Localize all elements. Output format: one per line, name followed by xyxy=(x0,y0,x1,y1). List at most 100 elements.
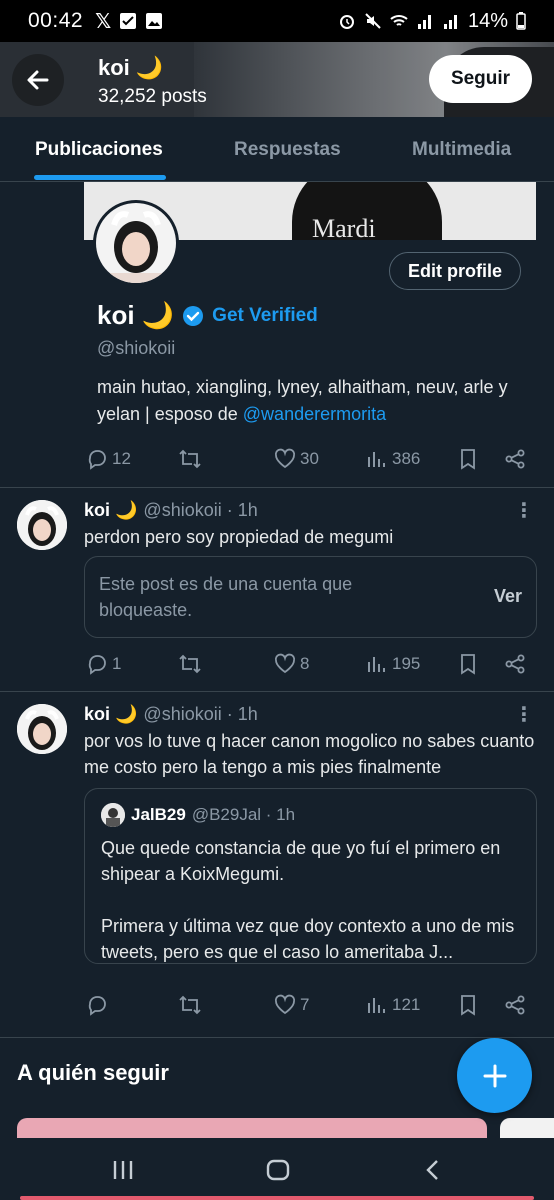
like-button[interactable]: 30 xyxy=(274,448,319,470)
suggestion-card[interactable] xyxy=(500,1118,554,1138)
profile-card-bio: main hutao, xiangling, lyney, alhaitham,… xyxy=(97,374,537,428)
repost-button[interactable] xyxy=(178,994,202,1016)
views-button[interactable]: 386 xyxy=(366,448,420,470)
header-title: koi 🌙 xyxy=(98,55,164,80)
tweet-author-name[interactable]: koi 🌙 xyxy=(84,500,137,521)
views-count: 386 xyxy=(392,449,421,468)
repost-button[interactable] xyxy=(178,653,202,675)
like-count: 7 xyxy=(300,995,310,1014)
tweet[interactable]: koi 🌙 @shiokoii · 1h ⋮ por vos lo tuve q… xyxy=(0,692,554,1038)
heart-icon xyxy=(274,994,296,1015)
more-options-icon[interactable]: ⋮ xyxy=(514,702,534,727)
heart-icon xyxy=(274,448,296,469)
quoted-tweet[interactable]: JalB29 @B29Jal · 1h Que quede constancia… xyxy=(84,788,537,964)
reply-icon xyxy=(88,450,106,470)
reply-icon xyxy=(88,996,106,1016)
mute-icon xyxy=(365,13,381,29)
repost-icon xyxy=(179,654,201,674)
arrow-left-icon xyxy=(27,70,49,90)
bookmark-icon[interactable] xyxy=(458,653,478,675)
signal-icon-2 xyxy=(443,15,457,29)
reply-button[interactable]: 12 xyxy=(86,448,131,470)
quoted-meta: @B29Jal · 1h xyxy=(191,805,296,824)
reply-count: 12 xyxy=(112,449,131,468)
profile-card-name: koi 🌙 xyxy=(97,300,175,330)
status-time: 00:42 xyxy=(28,9,84,32)
recent-apps-icon xyxy=(113,1161,133,1179)
plus-icon xyxy=(483,1064,506,1087)
blocked-quote-box: Este post es de una cuenta que bloqueast… xyxy=(84,556,537,638)
more-options-icon[interactable]: ⋮ xyxy=(514,498,534,523)
tab-respuestas[interactable]: Respuestas xyxy=(234,139,341,161)
follow-button[interactable]: Seguir xyxy=(429,55,532,103)
repost-button[interactable] xyxy=(178,448,202,470)
suggestion-card[interactable] xyxy=(17,1118,487,1138)
like-button[interactable]: 7 xyxy=(274,994,309,1016)
x-logo-icon: 𝕏 xyxy=(95,10,112,33)
profile-card-post[interactable]: Mardi Edit profile koi 🌙 Get Verified @s… xyxy=(0,182,554,488)
battery-percent: 14% xyxy=(467,9,508,32)
tweet[interactable]: koi 🌙 @shiokoii · 1h ⋮ perdon pero soy p… xyxy=(0,488,554,692)
profile-card-avatar[interactable] xyxy=(93,200,179,286)
views-count: 121 xyxy=(392,995,421,1014)
posts-count: 32,252 posts xyxy=(98,86,207,107)
like-count: 30 xyxy=(300,449,319,468)
repost-icon xyxy=(179,449,201,469)
bottom-accent-line xyxy=(20,1196,534,1200)
tweet-meta: @shiokoii · 1h xyxy=(143,704,258,724)
like-count: 8 xyxy=(300,654,310,673)
alarm-icon xyxy=(339,15,354,29)
bookmark-icon[interactable] xyxy=(458,448,478,470)
battery-icon xyxy=(516,12,526,30)
tab-publicaciones[interactable]: Publicaciones xyxy=(35,139,163,161)
status-bar: 00:42 𝕏 14% xyxy=(0,0,554,42)
view-blocked-button[interactable]: Ver xyxy=(494,586,522,607)
reply-count: 1 xyxy=(112,654,122,673)
views-button[interactable]: 121 xyxy=(366,994,420,1016)
share-icon[interactable] xyxy=(504,653,526,675)
reply-button[interactable]: 1 xyxy=(86,653,121,675)
reply-icon xyxy=(88,655,106,675)
back-nav-button[interactable] xyxy=(418,1156,448,1184)
like-button[interactable]: 8 xyxy=(274,653,309,675)
share-icon[interactable] xyxy=(504,448,526,470)
quoted-text-line1: Que quede constancia de que yo fuí el pr… xyxy=(101,838,501,884)
bio-mention-link[interactable]: @wanderermorita xyxy=(243,404,386,424)
share-icon[interactable] xyxy=(504,994,526,1016)
post-actions: 7 121 xyxy=(86,992,526,1018)
quoted-author-name: JalB29 xyxy=(131,805,186,824)
tweet-avatar[interactable] xyxy=(17,704,67,754)
get-verified-link[interactable]: Get Verified xyxy=(212,305,318,327)
views-button[interactable]: 195 xyxy=(366,653,420,675)
views-icon xyxy=(368,998,385,1013)
checkbox-notification-icon xyxy=(120,13,137,29)
recent-apps-button[interactable] xyxy=(108,1156,138,1184)
quoted-avatar xyxy=(101,803,125,827)
edit-profile-button[interactable]: Edit profile xyxy=(389,252,521,290)
system-nav-bar xyxy=(0,1138,554,1200)
active-tab-indicator xyxy=(34,175,166,180)
home-button[interactable] xyxy=(263,1156,293,1184)
tweet-author-name[interactable]: koi 🌙 xyxy=(84,704,137,725)
profile-tabs: Publicaciones Respuestas Multimedia xyxy=(0,117,554,182)
signal-icon xyxy=(417,15,431,29)
tweet-text: por vos lo tuve q hacer canon mogolico n… xyxy=(84,731,535,777)
quoted-text-line2: Primera y última vez que doy contexto a … xyxy=(101,916,515,962)
home-icon xyxy=(266,1159,290,1181)
image-notification-icon xyxy=(146,13,163,29)
repost-icon xyxy=(179,995,201,1015)
reply-button[interactable] xyxy=(86,994,112,1016)
profile-header: koi 🌙 32,252 posts Seguir xyxy=(0,42,554,117)
tweet-avatar[interactable] xyxy=(17,500,67,550)
tweet-meta: @shiokoii · 1h xyxy=(143,500,258,520)
compose-post-button[interactable] xyxy=(457,1038,532,1113)
back-button[interactable] xyxy=(12,54,64,106)
post-actions: 1 8 195 xyxy=(86,651,526,677)
who-to-follow-heading: A quién seguir xyxy=(17,1060,169,1085)
back-chevron-icon xyxy=(426,1160,438,1180)
heart-icon xyxy=(274,653,296,674)
tweet-text: perdon pero soy propiedad de megumi xyxy=(84,527,394,547)
bookmark-icon[interactable] xyxy=(458,994,478,1016)
banner-text: Mardi xyxy=(312,214,376,240)
tab-multimedia[interactable]: Multimedia xyxy=(412,139,511,161)
